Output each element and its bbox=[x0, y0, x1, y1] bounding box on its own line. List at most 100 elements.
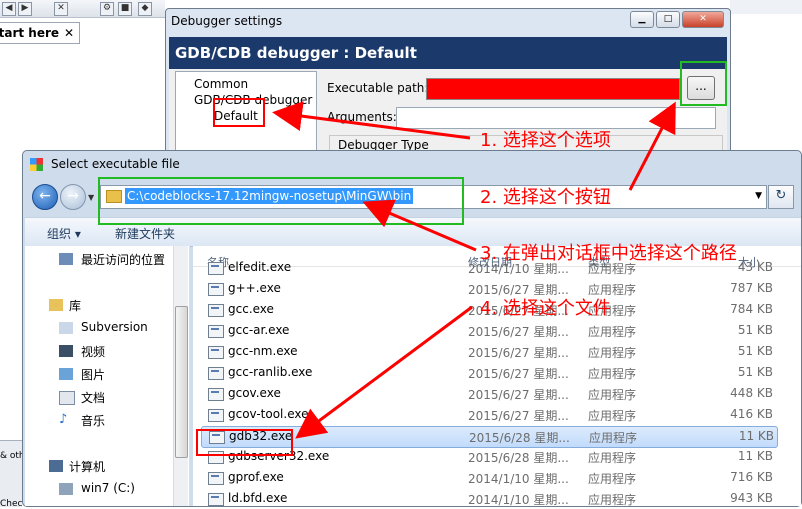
debugger-settings-dialog: Debugger settings ▁ □ ✕ GDB/CDB debugger… bbox=[165, 8, 731, 171]
nav-item-music[interactable]: 音乐 bbox=[81, 412, 105, 429]
executable-file-icon bbox=[208, 283, 224, 296]
file-size: 51 KB bbox=[737, 344, 773, 358]
file-name: gcc-ar.exe bbox=[228, 323, 290, 337]
file-date: 2015/6/27 星期... bbox=[468, 367, 569, 381]
file-name: elfedit.exe bbox=[228, 260, 292, 274]
file-type: 应用程序 bbox=[588, 451, 637, 465]
file-type: 应用程序 bbox=[588, 325, 637, 339]
table-row[interactable]: ld.bfd.exe 2014/1/10 星期... 应用程序 943 KB bbox=[201, 489, 776, 509]
file-size: 716 KB bbox=[730, 470, 773, 484]
table-row[interactable]: gcov.exe 2015/6/27 星期... 应用程序 448 KB bbox=[201, 384, 776, 404]
highlight-address-bar bbox=[98, 177, 464, 225]
annotation-step4: 4. 选择这个文件 bbox=[480, 298, 611, 319]
annotation-step3: 3. 在弹出对话框中选择这个路径 bbox=[480, 243, 737, 264]
document-library-icon bbox=[59, 322, 73, 334]
file-name: gcc-ranlib.exe bbox=[228, 365, 313, 379]
navigation-pane: 最近访问的位置 库 Subversion 视频 图片 文档 ♪ 音乐 计算机 w… bbox=[25, 246, 190, 506]
maximize-icon[interactable]: □ bbox=[656, 11, 680, 28]
documents-icon bbox=[59, 391, 75, 405]
executable-file-icon bbox=[208, 262, 224, 275]
nav-item-documents[interactable]: 文档 bbox=[81, 389, 105, 406]
refresh-icon[interactable]: ↻ bbox=[768, 185, 794, 209]
editor-tab[interactable]: Start here ✕ bbox=[0, 22, 80, 44]
library-icon bbox=[49, 299, 63, 311]
log-tab-label[interactable]: & oth bbox=[0, 451, 25, 461]
nav-item-computer[interactable]: 计算机 bbox=[69, 458, 105, 475]
nav-item-recent[interactable]: 最近访问的位置 bbox=[81, 251, 165, 268]
file-date: 2014/1/10 星期... bbox=[468, 493, 569, 507]
executable-file-icon bbox=[208, 472, 224, 485]
back-arrow-icon[interactable]: ← bbox=[32, 184, 58, 210]
close-icon[interactable]: ✕ bbox=[682, 11, 724, 28]
dialog-title: Select executable file bbox=[51, 157, 180, 171]
executable-file-icon bbox=[208, 346, 224, 359]
nav-item-drive-c[interactable]: win7 (C:) bbox=[81, 481, 135, 495]
annotation-step1: 1. 选择这个选项 bbox=[480, 130, 611, 151]
executable-file-icon bbox=[208, 388, 224, 401]
table-row[interactable]: gcc-nm.exe 2015/6/27 星期... 应用程序 51 KB bbox=[201, 342, 776, 362]
file-size: 43 KB bbox=[737, 260, 773, 274]
chevron-down-icon[interactable]: ▼ bbox=[755, 191, 762, 201]
arguments-label: Arguments: bbox=[327, 110, 397, 124]
close-icon[interactable]: ✕ bbox=[64, 26, 74, 40]
file-type: 应用程序 bbox=[588, 346, 637, 360]
file-name: gcc-nm.exe bbox=[228, 344, 298, 358]
file-date: 2015/6/27 星期... bbox=[468, 409, 569, 423]
file-type: 应用程序 bbox=[589, 431, 638, 445]
organize-button[interactable]: 组织 ▾ bbox=[47, 225, 81, 242]
dialog-title: Debugger settings bbox=[171, 14, 283, 28]
window-controls: ▁ □ ✕ bbox=[630, 11, 726, 28]
dialog-header: GDB/CDB debugger : Default bbox=[169, 37, 727, 69]
executable-file-icon bbox=[208, 493, 224, 506]
executable-file-icon bbox=[208, 367, 224, 380]
file-date: 2015/6/27 星期... bbox=[468, 388, 569, 402]
app-icon bbox=[30, 158, 43, 171]
file-size: 51 KB bbox=[737, 365, 773, 379]
nav-item-library[interactable]: 库 bbox=[69, 297, 81, 314]
file-name: gcov.exe bbox=[228, 386, 281, 400]
nav-item-video[interactable]: 视频 bbox=[81, 343, 105, 360]
nav-item-pictures[interactable]: 图片 bbox=[81, 366, 105, 383]
scrollbar-thumb[interactable] bbox=[175, 306, 188, 458]
ide-log-panel: & oth Chec bbox=[0, 440, 25, 509]
file-size: 943 KB bbox=[730, 491, 773, 505]
tree-item-common[interactable]: Common bbox=[194, 77, 248, 91]
file-size: 787 KB bbox=[730, 281, 773, 295]
executable-path-input[interactable] bbox=[426, 78, 680, 100]
executable-file-icon bbox=[208, 325, 224, 338]
toolbar-button-icon[interactable]: ◀ bbox=[2, 2, 16, 16]
toolbar-button-icon[interactable]: ✕ bbox=[54, 2, 68, 16]
file-size: 11 KB bbox=[737, 449, 773, 463]
file-size: 448 KB bbox=[730, 386, 773, 400]
executable-file-icon bbox=[208, 304, 224, 317]
table-row[interactable]: gcc-ar.exe 2015/6/27 星期... 应用程序 51 KB bbox=[201, 321, 776, 341]
file-name: gcc.exe bbox=[228, 302, 274, 316]
file-size: 51 KB bbox=[737, 323, 773, 337]
ide-toolbar: ◀ ▶ ✕ ⚙ ■ ◆ bbox=[0, 0, 165, 18]
table-row[interactable]: gprof.exe 2014/1/10 星期... 应用程序 716 KB bbox=[201, 468, 776, 488]
new-folder-button[interactable]: 新建文件夹 bbox=[115, 225, 175, 242]
log-checkbox-label[interactable]: Chec bbox=[0, 499, 22, 509]
nav-item-subversion[interactable]: Subversion bbox=[81, 320, 148, 334]
file-list: 名称 修改日期 类型 大小 elfedit.exe2014/1/10 星期...… bbox=[193, 246, 801, 509]
toolbar-button-icon[interactable]: ■ bbox=[118, 2, 132, 16]
pictures-icon bbox=[59, 368, 73, 380]
file-type: 应用程序 bbox=[588, 388, 637, 402]
forward-arrow-icon[interactable]: → bbox=[60, 184, 86, 210]
nav-scrollbar[interactable] bbox=[173, 246, 188, 506]
history-dropdown-icon[interactable]: ▼ bbox=[88, 193, 94, 202]
file-date: 2014/1/10 星期... bbox=[468, 472, 569, 486]
minimize-icon[interactable]: ▁ bbox=[630, 11, 654, 28]
toolbar-button-icon[interactable]: ⚙ bbox=[100, 2, 114, 16]
toolbar-button-icon[interactable]: ▶ bbox=[18, 2, 32, 16]
table-row[interactable]: gcov-tool.exe 2015/6/27 星期... 应用程序 416 KB bbox=[201, 405, 776, 425]
ide-right-toolbar bbox=[730, 0, 802, 14]
toolbar-button-icon[interactable]: ◆ bbox=[138, 2, 152, 16]
video-icon bbox=[59, 345, 73, 357]
file-type: 应用程序 bbox=[588, 367, 637, 381]
file-name: g++.exe bbox=[228, 281, 281, 295]
file-name: gcov-tool.exe bbox=[228, 407, 309, 421]
table-row[interactable]: gcc-ranlib.exe 2015/6/27 星期... 应用程序 51 KB bbox=[201, 363, 776, 383]
file-date: 2015/6/27 星期... bbox=[468, 346, 569, 360]
file-name: ld.bfd.exe bbox=[228, 491, 288, 505]
